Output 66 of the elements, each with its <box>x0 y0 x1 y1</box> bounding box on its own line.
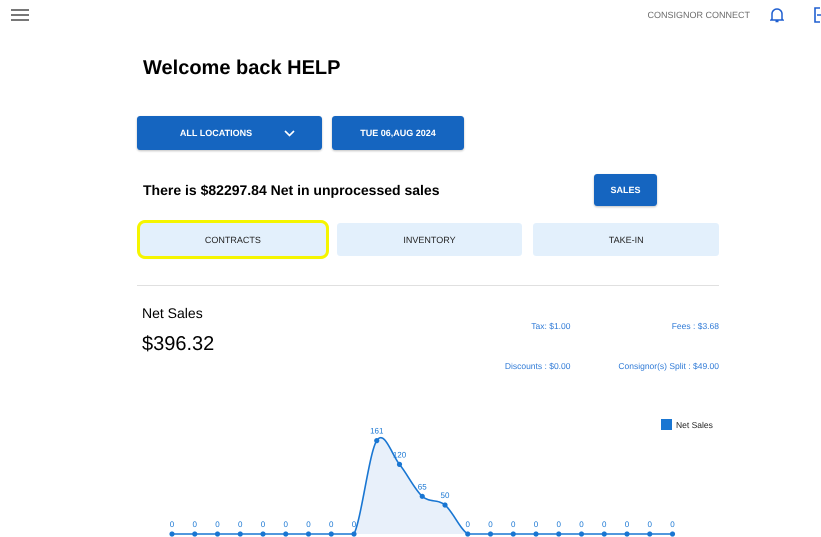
data-label: 0 <box>260 520 266 529</box>
data-point <box>351 531 357 537</box>
app-title: CONSIGNOR CONNECT <box>647 10 750 20</box>
data-label: 0 <box>534 520 538 529</box>
data-label: 0 <box>511 520 516 529</box>
location-dropdown[interactable]: ALL LOCATIONS <box>137 116 322 150</box>
data-point <box>328 531 334 537</box>
data-point <box>169 531 175 537</box>
section-title: Net Sales <box>142 305 204 321</box>
data-point <box>238 531 243 537</box>
data-point <box>510 531 516 537</box>
menu-icon[interactable] <box>11 9 29 21</box>
data-label: 0 <box>329 520 334 529</box>
data-point <box>306 531 312 537</box>
nav-tab[interactable]: TAKE-IN <box>533 223 720 256</box>
data-label: 0 <box>488 520 493 529</box>
stat-label: Fees : $3.68 <box>670 321 719 331</box>
data-point <box>533 531 539 537</box>
data-label: 0 <box>579 520 584 529</box>
nav-tab[interactable]: CONTRACTS <box>140 223 326 256</box>
stat-label: Discounts : $0.00 <box>504 361 570 371</box>
data-label: 0 <box>192 520 197 529</box>
data-label: 0 <box>352 520 356 529</box>
data-point <box>396 462 402 467</box>
data-point <box>578 531 584 537</box>
nav-tab[interactable]: INVENTORY <box>336 223 522 256</box>
data-point <box>624 531 630 537</box>
data-label: 0 <box>602 520 606 529</box>
data-point <box>647 531 652 537</box>
data-point <box>192 531 198 537</box>
stat-label: Tax: $1.00 <box>530 321 570 331</box>
data-label: 161 <box>370 426 384 436</box>
data-point <box>556 531 562 537</box>
data-label: 0 <box>670 520 675 529</box>
stat-label: Consignor(s) Split : $49.00 <box>617 361 719 371</box>
data-point <box>420 494 425 499</box>
date-button[interactable]: TUE 06,AUG 2024 <box>332 116 464 150</box>
bell-icon[interactable] <box>770 7 784 23</box>
logout-icon[interactable] <box>814 7 821 23</box>
data-label: 0 <box>648 520 652 529</box>
data-point <box>602 531 607 537</box>
unprocessed-sales-text: There is $82297.84 Net in unprocessed sales <box>143 182 440 198</box>
data-point <box>214 531 220 537</box>
data-point <box>442 502 448 508</box>
welcome-heading: Welcome back HELP <box>143 57 342 80</box>
data-point <box>670 531 676 537</box>
chevron-icon <box>284 130 296 136</box>
data-point <box>488 531 494 537</box>
data-label: 0 <box>238 520 242 529</box>
data-label: 65 <box>418 482 427 492</box>
data-label: 0 <box>306 520 311 529</box>
sales-button[interactable]: SALES <box>594 174 657 206</box>
data-label: 0 <box>624 520 630 529</box>
data-point <box>374 438 380 444</box>
data-label: 0 <box>466 520 470 529</box>
data-point <box>465 531 470 537</box>
data-label: 0 <box>170 520 174 529</box>
data-label: 0 <box>215 520 220 529</box>
data-point <box>283 531 288 537</box>
data-label: 120 <box>392 450 406 460</box>
net-sales-amount: $396.32 <box>142 333 216 356</box>
data-label: 0 <box>284 520 288 529</box>
data-label: 0 <box>556 520 561 529</box>
data-point <box>260 531 266 537</box>
data-label: 50 <box>440 491 450 500</box>
legend-label: Net Sales <box>676 420 713 430</box>
